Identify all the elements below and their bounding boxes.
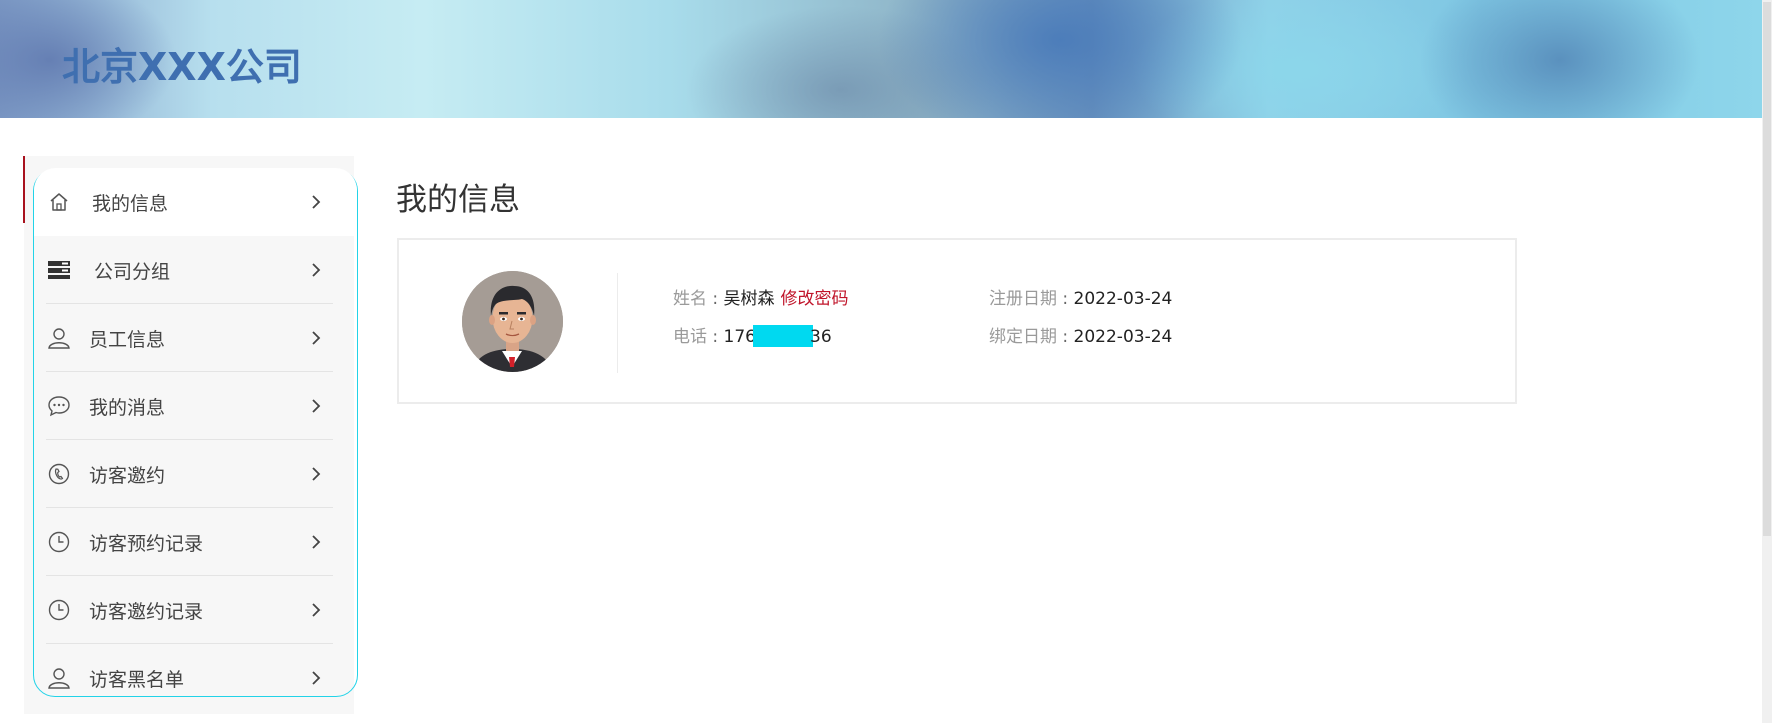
chevron-right-icon <box>305 463 327 485</box>
name-field: 姓名 : 吴树森 修改密码 <box>673 284 849 309</box>
avatar <box>462 271 563 372</box>
sidebar-item-visitor-invite[interactable]: 访客邀约 <box>34 440 357 508</box>
clock-icon <box>46 597 72 623</box>
page-title: 我的信息 <box>396 182 520 218</box>
user-icon <box>46 325 72 351</box>
colon: : <box>1057 327 1074 347</box>
sidebar-item-visitor-invite-records[interactable]: 访客邀约记录 <box>34 576 357 644</box>
sidebar-item-label: 我的信息 <box>92 192 169 215</box>
chevron-right-icon <box>305 599 327 621</box>
home-icon <box>46 189 72 215</box>
redaction-mask <box>753 325 813 347</box>
sidebar-item-label: 公司分组 <box>94 260 171 283</box>
server-icon <box>46 257 72 283</box>
sidebar-item-staff-info[interactable]: 员工信息 <box>34 304 357 372</box>
vertical-divider <box>617 273 618 373</box>
bind-label: 绑定日期 <box>989 327 1057 347</box>
chevron-right-icon <box>305 395 327 417</box>
sidebar-item-label: 员工信息 <box>89 328 166 351</box>
sidebar-item-visitor-booking-records[interactable]: 访客预约记录 <box>34 508 357 576</box>
chat-icon <box>46 393 72 419</box>
sidebar-menu: 我的信息 公司分组 员工信息 我的消息 访客邀约 访客预约记录 访客邀约记录 访… <box>33 168 358 697</box>
scrollbar[interactable] <box>1762 0 1772 723</box>
colon: : <box>1057 289 1074 309</box>
chevron-right-icon <box>305 191 327 213</box>
sidebar-item-label: 访客黑名单 <box>89 668 185 691</box>
active-indicator <box>23 156 25 223</box>
scrollbar-thumb[interactable] <box>1763 2 1771 536</box>
register-label: 注册日期 <box>989 289 1057 309</box>
chevron-right-icon <box>305 531 327 553</box>
sidebar-item-label: 我的消息 <box>89 396 166 419</box>
bind-date-field: 绑定日期 : 2022-03-24 <box>989 322 1172 347</box>
chevron-right-icon <box>305 327 327 349</box>
sidebar-item-label: 访客邀约记录 <box>89 600 204 623</box>
profile-card: 姓名 : 吴树森 修改密码 电话 : 176 36 注册日期 : 2022-03-2… <box>397 238 1517 404</box>
chevron-right-icon <box>305 259 327 281</box>
sidebar-item-my-messages[interactable]: 我的消息 <box>34 372 357 440</box>
phone-field: 电话 : 176 36 <box>673 322 832 347</box>
clock-icon <box>46 529 72 555</box>
name-value: 吴树森 <box>723 289 775 309</box>
header-banner: 北京XXX公司 <box>0 0 1762 118</box>
sidebar-item-label: 访客邀约 <box>89 464 166 487</box>
sidebar-item-my-info[interactable]: 我的信息 <box>34 168 357 236</box>
colon: : <box>707 327 724 347</box>
sidebar-item-label: 访客预约记录 <box>89 532 204 555</box>
colon: : <box>707 289 724 309</box>
sidebar-item-company-group[interactable]: 公司分组 <box>34 236 357 304</box>
phone-suffix: 36 <box>810 327 832 347</box>
chevron-right-icon <box>305 667 327 689</box>
register-value: 2022-03-24 <box>1073 289 1173 309</box>
name-label: 姓名 <box>673 289 707 309</box>
phone-icon <box>46 461 72 487</box>
company-name: 北京XXX公司 <box>62 45 302 89</box>
change-password-link[interactable]: 修改密码 <box>781 289 849 309</box>
user-icon <box>46 665 72 691</box>
register-date-field: 注册日期 : 2022-03-24 <box>989 284 1172 309</box>
bind-value: 2022-03-24 <box>1073 327 1173 347</box>
sidebar-item-visitor-blacklist[interactable]: 访客黑名单 <box>34 644 357 712</box>
phone-label: 电话 <box>673 327 707 347</box>
phone-prefix: 176 <box>723 327 756 347</box>
